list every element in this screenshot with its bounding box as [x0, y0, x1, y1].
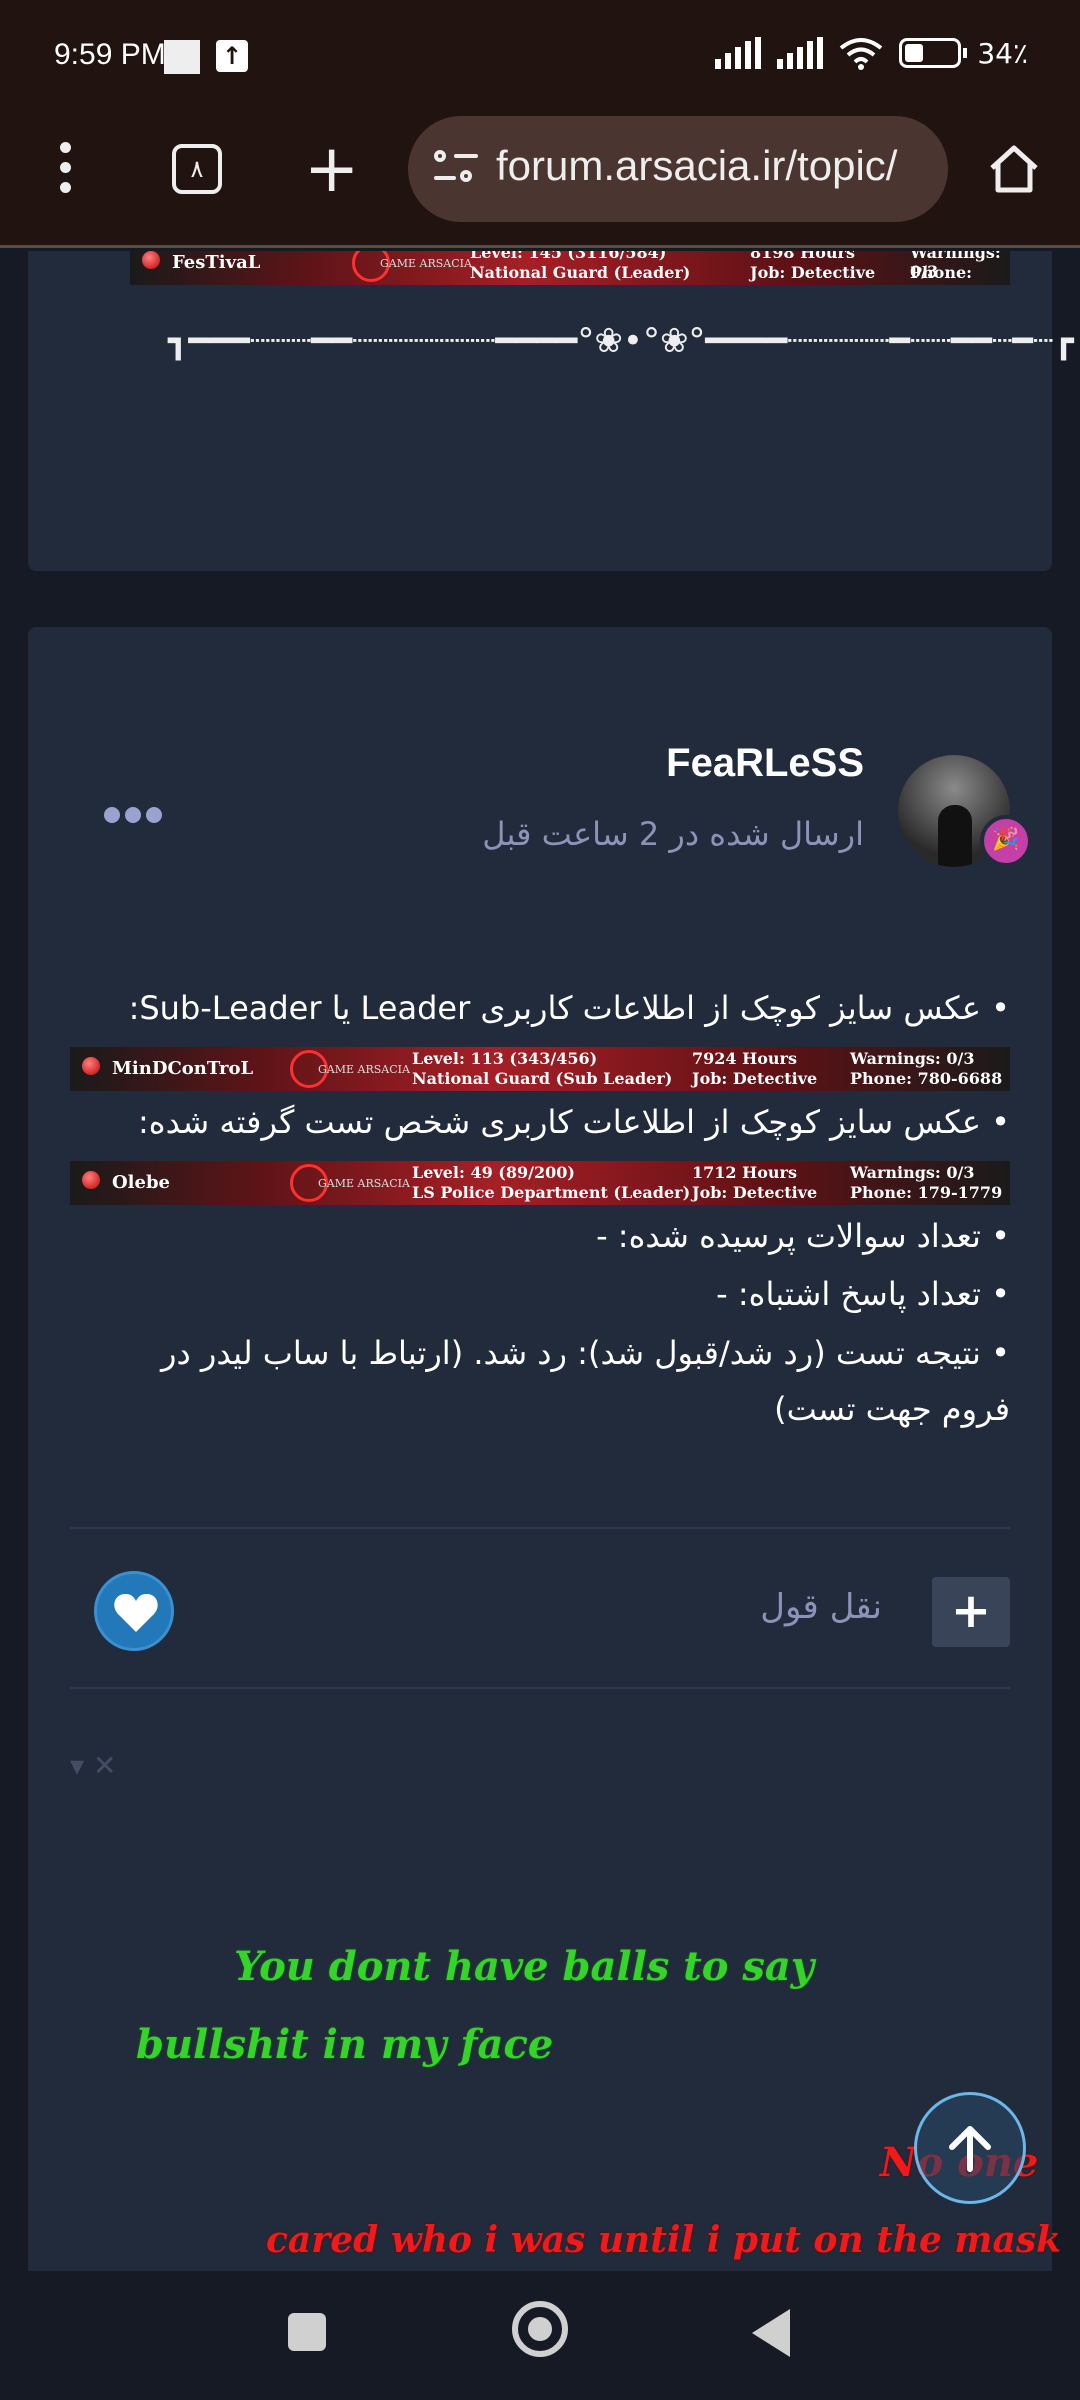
home-icon[interactable]: [988, 144, 1040, 194]
menu-icon[interactable]: [50, 142, 80, 206]
system-nav-bar: [0, 2271, 1080, 2400]
banner-name: FesTivaL: [172, 252, 261, 273]
home-button[interactable]: [512, 2301, 568, 2357]
signature-quote-red-2: cared who i was until i put on the mask: [266, 2219, 1062, 2261]
new-tab-button[interactable]: +: [304, 134, 359, 204]
post-author[interactable]: FeaRLeSS: [666, 741, 864, 786]
status-bar: 9:59 PM ↑ 34٪: [0, 0, 1080, 110]
post-line-result: • نتیجه تست (رد شد/قبول شد): رد شد. (ارت…: [161, 1334, 1010, 1428]
banner-logo-text: GAME ARSACIA: [318, 1063, 410, 1076]
recents-button[interactable]: [288, 2313, 326, 2351]
badge-icon: 🎉: [980, 815, 1032, 867]
banner-group: LS Police Department (Leader): [412, 1183, 691, 1202]
banner-job: Job: Detective: [692, 1183, 818, 1202]
divider: [70, 1687, 1010, 1689]
url-text[interactable]: forum.arsacia.ir/topic/: [496, 142, 897, 190]
like-button[interactable]: [94, 1571, 174, 1651]
banner-level: Level: 145 (3116/584): [470, 251, 667, 262]
banner-warnings: Warnings: 0/3: [850, 1049, 975, 1068]
signal-icon-2: [777, 37, 824, 69]
wifi-icon: [840, 38, 883, 70]
status-dot-icon: [142, 251, 160, 269]
heart-icon: [114, 1593, 158, 1632]
signature-quote-green-1: You dont have balls to say: [234, 1943, 814, 1990]
banner-phone: Phone: 889-9955: [910, 263, 995, 285]
divider: [70, 1527, 1010, 1529]
banner-phone: Phone: 179-1779: [850, 1183, 1003, 1202]
post-line-questions: • تعداد سوالات پرسیده شده: -: [596, 1217, 1010, 1255]
status-dot-icon: [82, 1171, 100, 1189]
banner-warnings: Warnings: 0/3: [850, 1163, 975, 1182]
upload-icon: ↑: [216, 40, 248, 72]
banner-logo-text: GAME ARSACIA: [380, 257, 472, 270]
post-line-leader: • عکس سایز کوچک از اطلاعات کاربری Leader…: [128, 989, 1010, 1027]
tested-banner-image: Olebe GAME ARSACIA Level: 49 (89/200) LS…: [70, 1161, 1010, 1205]
signal-icon: [715, 37, 762, 69]
banner-logo-text: GAME ARSACIA: [318, 1177, 410, 1190]
more-options-icon[interactable]: [104, 807, 162, 823]
signature-quote-green-2: bullshit in my face: [136, 2021, 554, 2068]
banner-level: Level: 49 (89/200): [412, 1163, 575, 1182]
multiquote-button[interactable]: +: [932, 1577, 1010, 1647]
scroll-to-top-button[interactable]: [914, 2092, 1026, 2204]
battery-level: 34٪: [977, 36, 1028, 70]
banner-name: Olebe: [112, 1172, 171, 1193]
battery-icon: [899, 38, 968, 68]
post-line-wrong: • تعداد پاسخ اشتباه: -: [716, 1275, 1010, 1313]
leader-banner-image: MinDConTroL GAME ARSACIA Level: 113 (343…: [70, 1047, 1010, 1091]
status-indicators: 34٪: [715, 36, 1028, 70]
banner-group: National Guard (Leader): [470, 263, 691, 282]
banner-level: Level: 113 (343/456): [412, 1049, 598, 1068]
address-bar[interactable]: forum.arsacia.ir/topic/: [408, 116, 948, 222]
banner-phone: Phone: 780-6688: [850, 1069, 1003, 1088]
previous-post-card: FesTivaL GAME ARSACIA Level: 145 (3116/5…: [28, 251, 1074, 571]
tab-switcher-button[interactable]: ٨: [172, 144, 222, 194]
banner-job: Job: Detective: [692, 1069, 818, 1088]
quote-button[interactable]: نقل قول: [760, 1587, 882, 1627]
forum-thread: FesTivaL GAME ARSACIA Level: 145 (3116/5…: [0, 251, 1080, 2271]
arrow-up-icon: [949, 2126, 991, 2172]
banner-name: MinDConTroL: [112, 1058, 254, 1079]
status-time: 9:59 PM: [54, 38, 166, 71]
banner-hours: 7924 Hours: [692, 1049, 797, 1068]
post-line-tested: • عکس سایز کوچک از اطلاعات کاربری شخص تس…: [138, 1103, 1010, 1141]
post-timestamp[interactable]: ارسال شده در 2 ساعت قبل: [482, 815, 864, 853]
signature-divider: ┓━━━┈┈┈━━┈┈┈┈┈┈┈━━━━°❀•°❀°━━━━┈┈┈┈┈━┈┈━━…: [168, 321, 1074, 361]
browser-toolbar: ٨ + forum.arsacia.ir/topic/: [0, 110, 1080, 248]
site-settings-icon[interactable]: [434, 150, 478, 188]
post-card: 🎉 FeaRLeSS ارسال شده در 2 ساعت قبل • عکس…: [28, 627, 1061, 2271]
banner-hours: 8198 Hours: [750, 251, 855, 262]
back-button[interactable]: [752, 2309, 790, 2357]
banner-group: National Guard (Sub Leader): [412, 1069, 673, 1088]
signature-banner: FesTivaL GAME ARSACIA Level: 145 (3116/5…: [130, 251, 1010, 285]
signature-toggle[interactable]: ▾ ✕: [70, 1749, 116, 1782]
banner-hours: 1712 Hours: [692, 1163, 797, 1182]
banner-job: Job: Detective: [750, 263, 876, 282]
notification-icon: [164, 40, 200, 74]
status-dot-icon: [82, 1057, 100, 1075]
